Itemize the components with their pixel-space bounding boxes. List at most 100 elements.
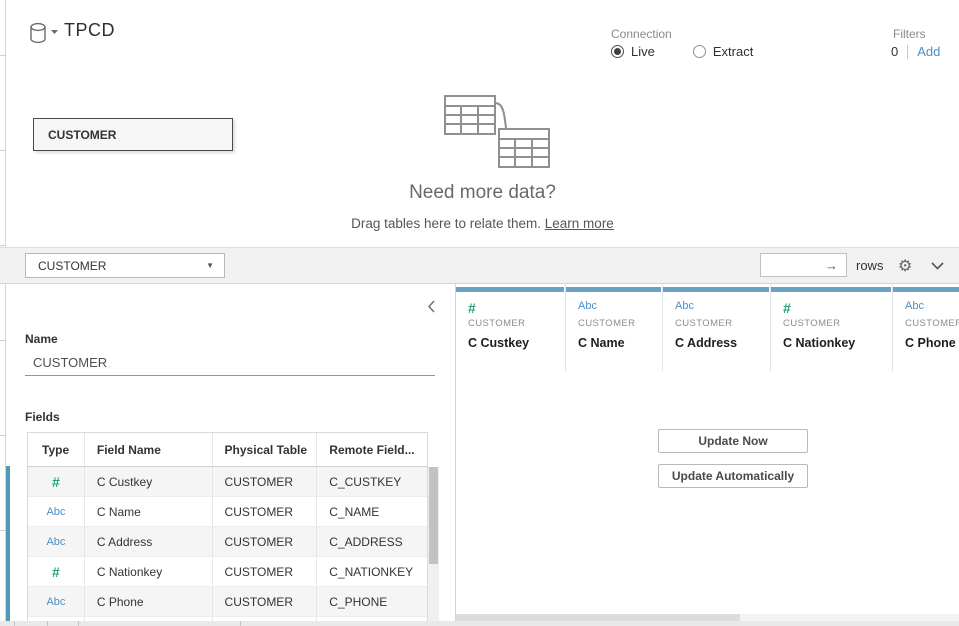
grid-scrollbar-thumb[interactable]: [456, 614, 740, 621]
rows-count-input[interactable]: →: [760, 253, 847, 277]
grid-col-table: CUSTOMER: [675, 318, 770, 329]
col-header-field-name[interactable]: Field Name: [85, 433, 213, 466]
radio-live[interactable]: Live: [611, 44, 655, 59]
connection-label: Connection: [611, 27, 672, 41]
fields-label: Fields: [25, 410, 60, 424]
strip-divider: [0, 530, 6, 531]
radio-extract-label: Extract: [713, 44, 753, 59]
gear-icon[interactable]: ⚙: [898, 256, 912, 276]
field-name-cell: C Custkey: [85, 467, 213, 496]
physical-table-cell: CUSTOMER: [213, 587, 318, 616]
learn-more-link[interactable]: Learn more: [545, 216, 614, 231]
bottom-tick: [47, 621, 48, 626]
string-type-icon: Abc: [578, 300, 662, 315]
grid-horizontal-scrollbar[interactable]: [456, 614, 959, 621]
table-select-dropdown[interactable]: CUSTOMER ▼: [25, 253, 225, 278]
remote-field-cell: C_ADDRESS: [317, 527, 427, 556]
grid-col-c-address[interactable]: Abc CUSTOMER C Address: [663, 284, 771, 371]
datasource-page: TPCD Connection Live Extract Filters 0 A…: [0, 0, 959, 626]
datasource-title[interactable]: TPCD: [64, 20, 115, 41]
grid-col-name: C Name: [578, 336, 662, 350]
physical-table-cell: CUSTOMER: [213, 467, 318, 496]
physical-table-cell: CUSTOMER: [213, 527, 318, 556]
number-type-icon: #: [783, 300, 892, 315]
field-detail-panel: Name CUSTOMER Fields Type Field Name Phy…: [6, 284, 455, 626]
header-bar: TPCD Connection Live Extract Filters 0 A…: [6, 0, 959, 88]
grid-col-table: CUSTOMER: [578, 318, 662, 329]
strip-divider: [0, 245, 6, 246]
panel-divider[interactable]: [455, 283, 456, 626]
fields-table-header: Type Field Name Physical Table Remote Fi…: [28, 433, 427, 467]
grid-col-name: C Address: [675, 336, 770, 350]
remote-field-cell: C_NAME: [317, 497, 427, 526]
fields-table: Type Field Name Physical Table Remote Fi…: [27, 432, 428, 622]
bottom-tick: [78, 621, 79, 626]
grid-col-name: C Phone: [905, 336, 959, 350]
type-cell: #: [28, 467, 85, 496]
string-type-icon: Abc: [46, 506, 65, 518]
canvas-table-customer[interactable]: CUSTOMER: [33, 118, 233, 151]
strip-divider: [0, 340, 6, 341]
drag-tables-hint: Drag tables here to relate them. Learn m…: [6, 216, 959, 231]
number-type-icon: #: [52, 564, 60, 580]
update-automatically-button[interactable]: Update Automatically: [658, 464, 808, 488]
strip-divider: [0, 435, 6, 436]
column-accent-bar: [893, 287, 959, 292]
radio-extract[interactable]: Extract: [693, 44, 753, 59]
need-more-data-title: Need more data?: [6, 182, 959, 204]
fields-row-c-custkey[interactable]: # C Custkey CUSTOMER C_CUSTKEY: [28, 467, 427, 497]
chevron-down-icon[interactable]: [931, 261, 944, 270]
grid-header-row: # CUSTOMER C Custkey Abc CUSTOMER C Name…: [456, 284, 959, 371]
grid-col-table: CUSTOMER: [468, 318, 565, 329]
filters-label: Filters: [893, 27, 926, 41]
update-now-button[interactable]: Update Now: [658, 429, 808, 453]
collapsed-left-pane[interactable]: [0, 0, 6, 626]
col-header-remote-field[interactable]: Remote Field...: [317, 433, 427, 466]
col-header-type[interactable]: Type: [28, 433, 85, 466]
fields-row-c-address[interactable]: Abc C Address CUSTOMER C_ADDRESS: [28, 527, 427, 557]
database-icon[interactable]: [28, 22, 62, 44]
window-bottom-edge: [0, 621, 959, 626]
grid-col-c-custkey[interactable]: # CUSTOMER C Custkey: [456, 284, 566, 371]
rows-label: rows: [856, 258, 883, 273]
column-accent-bar: [456, 287, 564, 292]
number-type-icon: #: [52, 474, 60, 490]
connection-options: Live Extract: [611, 44, 753, 59]
grid-col-c-phone[interactable]: Abc CUSTOMER C Phone: [893, 284, 959, 371]
field-name-cell: C Nationkey: [85, 557, 213, 586]
name-input[interactable]: CUSTOMER: [25, 350, 435, 376]
grid-col-table: CUSTOMER: [905, 318, 959, 329]
drag-tables-text: Drag tables here to relate them.: [351, 216, 541, 231]
radio-extract-circle: [693, 45, 706, 58]
fields-scrollbar-thumb[interactable]: [429, 467, 438, 564]
filters-add-link[interactable]: Add: [917, 44, 940, 59]
apply-rows-arrow-icon[interactable]: →: [825, 258, 846, 273]
grid-col-name: C Custkey: [468, 336, 565, 350]
column-accent-bar: [771, 287, 891, 292]
grid-col-c-nationkey[interactable]: # CUSTOMER C Nationkey: [771, 284, 893, 371]
field-name-cell: C Name: [85, 497, 213, 526]
fields-row-c-phone[interactable]: Abc C Phone CUSTOMER C_PHONE: [28, 587, 427, 617]
filters-count: 0: [891, 44, 898, 59]
type-cell: Abc: [28, 587, 85, 616]
grid-col-c-name[interactable]: Abc CUSTOMER C Name: [566, 284, 663, 371]
collapse-panel-icon[interactable]: [427, 300, 436, 313]
name-label: Name: [25, 332, 58, 346]
string-type-icon: Abc: [675, 300, 770, 315]
string-type-icon: Abc: [905, 300, 959, 315]
field-name-cell: C Phone: [85, 587, 213, 616]
data-preview-grid: # CUSTOMER C Custkey Abc CUSTOMER C Name…: [456, 284, 959, 626]
remote-field-cell: C_PHONE: [317, 587, 427, 616]
physical-table-cell: CUSTOMER: [213, 497, 318, 526]
bottom-tick: [14, 621, 15, 626]
remote-field-cell: C_NATIONKEY: [317, 557, 427, 586]
remote-field-cell: C_CUSTKEY: [317, 467, 427, 496]
fields-row-c-nationkey[interactable]: # C Nationkey CUSTOMER C_NATIONKEY: [28, 557, 427, 587]
fields-row-c-name[interactable]: Abc C Name CUSTOMER C_NAME: [28, 497, 427, 527]
dropdown-caret-icon: ▼: [206, 261, 214, 270]
fields-selection-accent: [6, 466, 10, 622]
filters-row: 0 Add: [891, 44, 940, 59]
fields-scrollbar[interactable]: [428, 467, 439, 621]
col-header-physical-table[interactable]: Physical Table: [213, 433, 318, 466]
relationship-canvas: CUSTOMER Ne: [6, 88, 959, 247]
